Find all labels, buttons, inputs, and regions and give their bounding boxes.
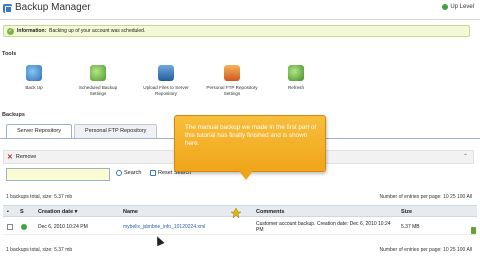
search-label: Search (124, 170, 142, 176)
row-date: Dec 6, 2010 10:24 PM (38, 224, 88, 230)
info-text: Backing up of your account was scheduled… (49, 28, 146, 34)
row-size: 5.37 MB (401, 224, 420, 230)
tab-server-repository[interactable]: Server Repository (6, 124, 73, 138)
backup-icon (26, 65, 42, 81)
row-comments: Customer account backup. Creation date: … (256, 221, 391, 233)
ftp-settings-icon (224, 65, 240, 81)
search-input[interactable] (6, 168, 110, 181)
reset-search-icon (150, 170, 156, 176)
refresh-label: Refresh (287, 85, 305, 90)
ftp-settings-button[interactable]: Personal FTP Repository Settings (204, 65, 260, 96)
backup-manager-icon (3, 4, 12, 13)
mouse-cursor-icon (153, 234, 165, 247)
search-button[interactable]: Search (116, 170, 141, 176)
page-title: Backup Manager (15, 2, 91, 13)
backup-label: Back Up (25, 85, 43, 90)
column-name[interactable]: Name (123, 209, 138, 215)
check-icon: ✓ (7, 27, 14, 35)
scheduled-backup-label: Scheduled Backup Settings (78, 85, 118, 96)
tools-heading: Tools (2, 51, 17, 57)
info-label: Information: (17, 28, 47, 34)
tab-personal-ftp-repository[interactable]: Personal FTP Repository (74, 124, 158, 138)
remove-icon: ✕ (7, 154, 13, 161)
tools-panel: Back Up Scheduled Backup Settings Upload… (0, 65, 320, 107)
refresh-icon (288, 65, 304, 81)
scheduled-backup-icon (90, 65, 106, 81)
backup-button[interactable]: Back Up (6, 65, 62, 91)
backups-summary-bottom: 1 backups total, size: 5.37 mb (6, 247, 73, 253)
up-level-link[interactable]: Up Level (442, 4, 474, 10)
scheduled-backup-button[interactable]: Scheduled Backup Settings (70, 65, 126, 96)
column-status[interactable]: S (20, 209, 24, 215)
row-checkbox[interactable] (7, 224, 13, 230)
per-page-selector-top[interactable]: Number of entries per page: 10 25 100 Al… (379, 194, 472, 200)
column-creation-date[interactable]: Creation date ▾ (38, 209, 77, 215)
upload-files-label: Upload Files to Server Repository (143, 85, 189, 96)
row-name-link[interactable]: mybelix_jsbnbne_info_10120224.xml (123, 224, 205, 230)
upload-files-button[interactable]: Upload Files to Server Repository (138, 65, 194, 96)
restore-icon[interactable] (471, 227, 476, 234)
pin-icon (231, 208, 241, 218)
upload-icon (158, 65, 174, 81)
callout-text: The manual backup we made in the first p… (185, 124, 317, 147)
info-message: ✓ Information: Backing up of your accoun… (3, 25, 470, 37)
backups-summary-top: 1 backups total, size: 5.37 mb (6, 194, 73, 200)
search-icon (116, 170, 122, 176)
ftp-settings-label: Personal FTP Repository Settings (206, 85, 258, 96)
select-all-checkbox[interactable]: ▪ (7, 209, 9, 215)
per-page-selector-bottom[interactable]: Number of entries per page: 10 25 100 Al… (379, 247, 472, 253)
backup-tabs: Server Repository Personal FTP Repositor… (6, 124, 158, 138)
up-arrow-icon (442, 4, 449, 10)
column-size[interactable]: Size (401, 209, 412, 215)
up-level-label: Up Level (450, 4, 474, 10)
collapse-icon[interactable]: ⌃ (463, 153, 468, 160)
backups-heading: Backups (2, 112, 25, 118)
remove-button[interactable]: Remove (16, 154, 36, 160)
refresh-button[interactable]: Refresh (268, 65, 324, 91)
tutorial-callout: The manual backup we made in the first p… (174, 115, 326, 180)
page-header: Backup Manager Up Level (0, 0, 480, 20)
status-ok-icon (21, 224, 27, 230)
column-comments[interactable]: Comments (256, 209, 284, 215)
table-row: Dec 6, 2010 10:24 PM mybelix_jsbnbne_inf… (3, 221, 477, 235)
